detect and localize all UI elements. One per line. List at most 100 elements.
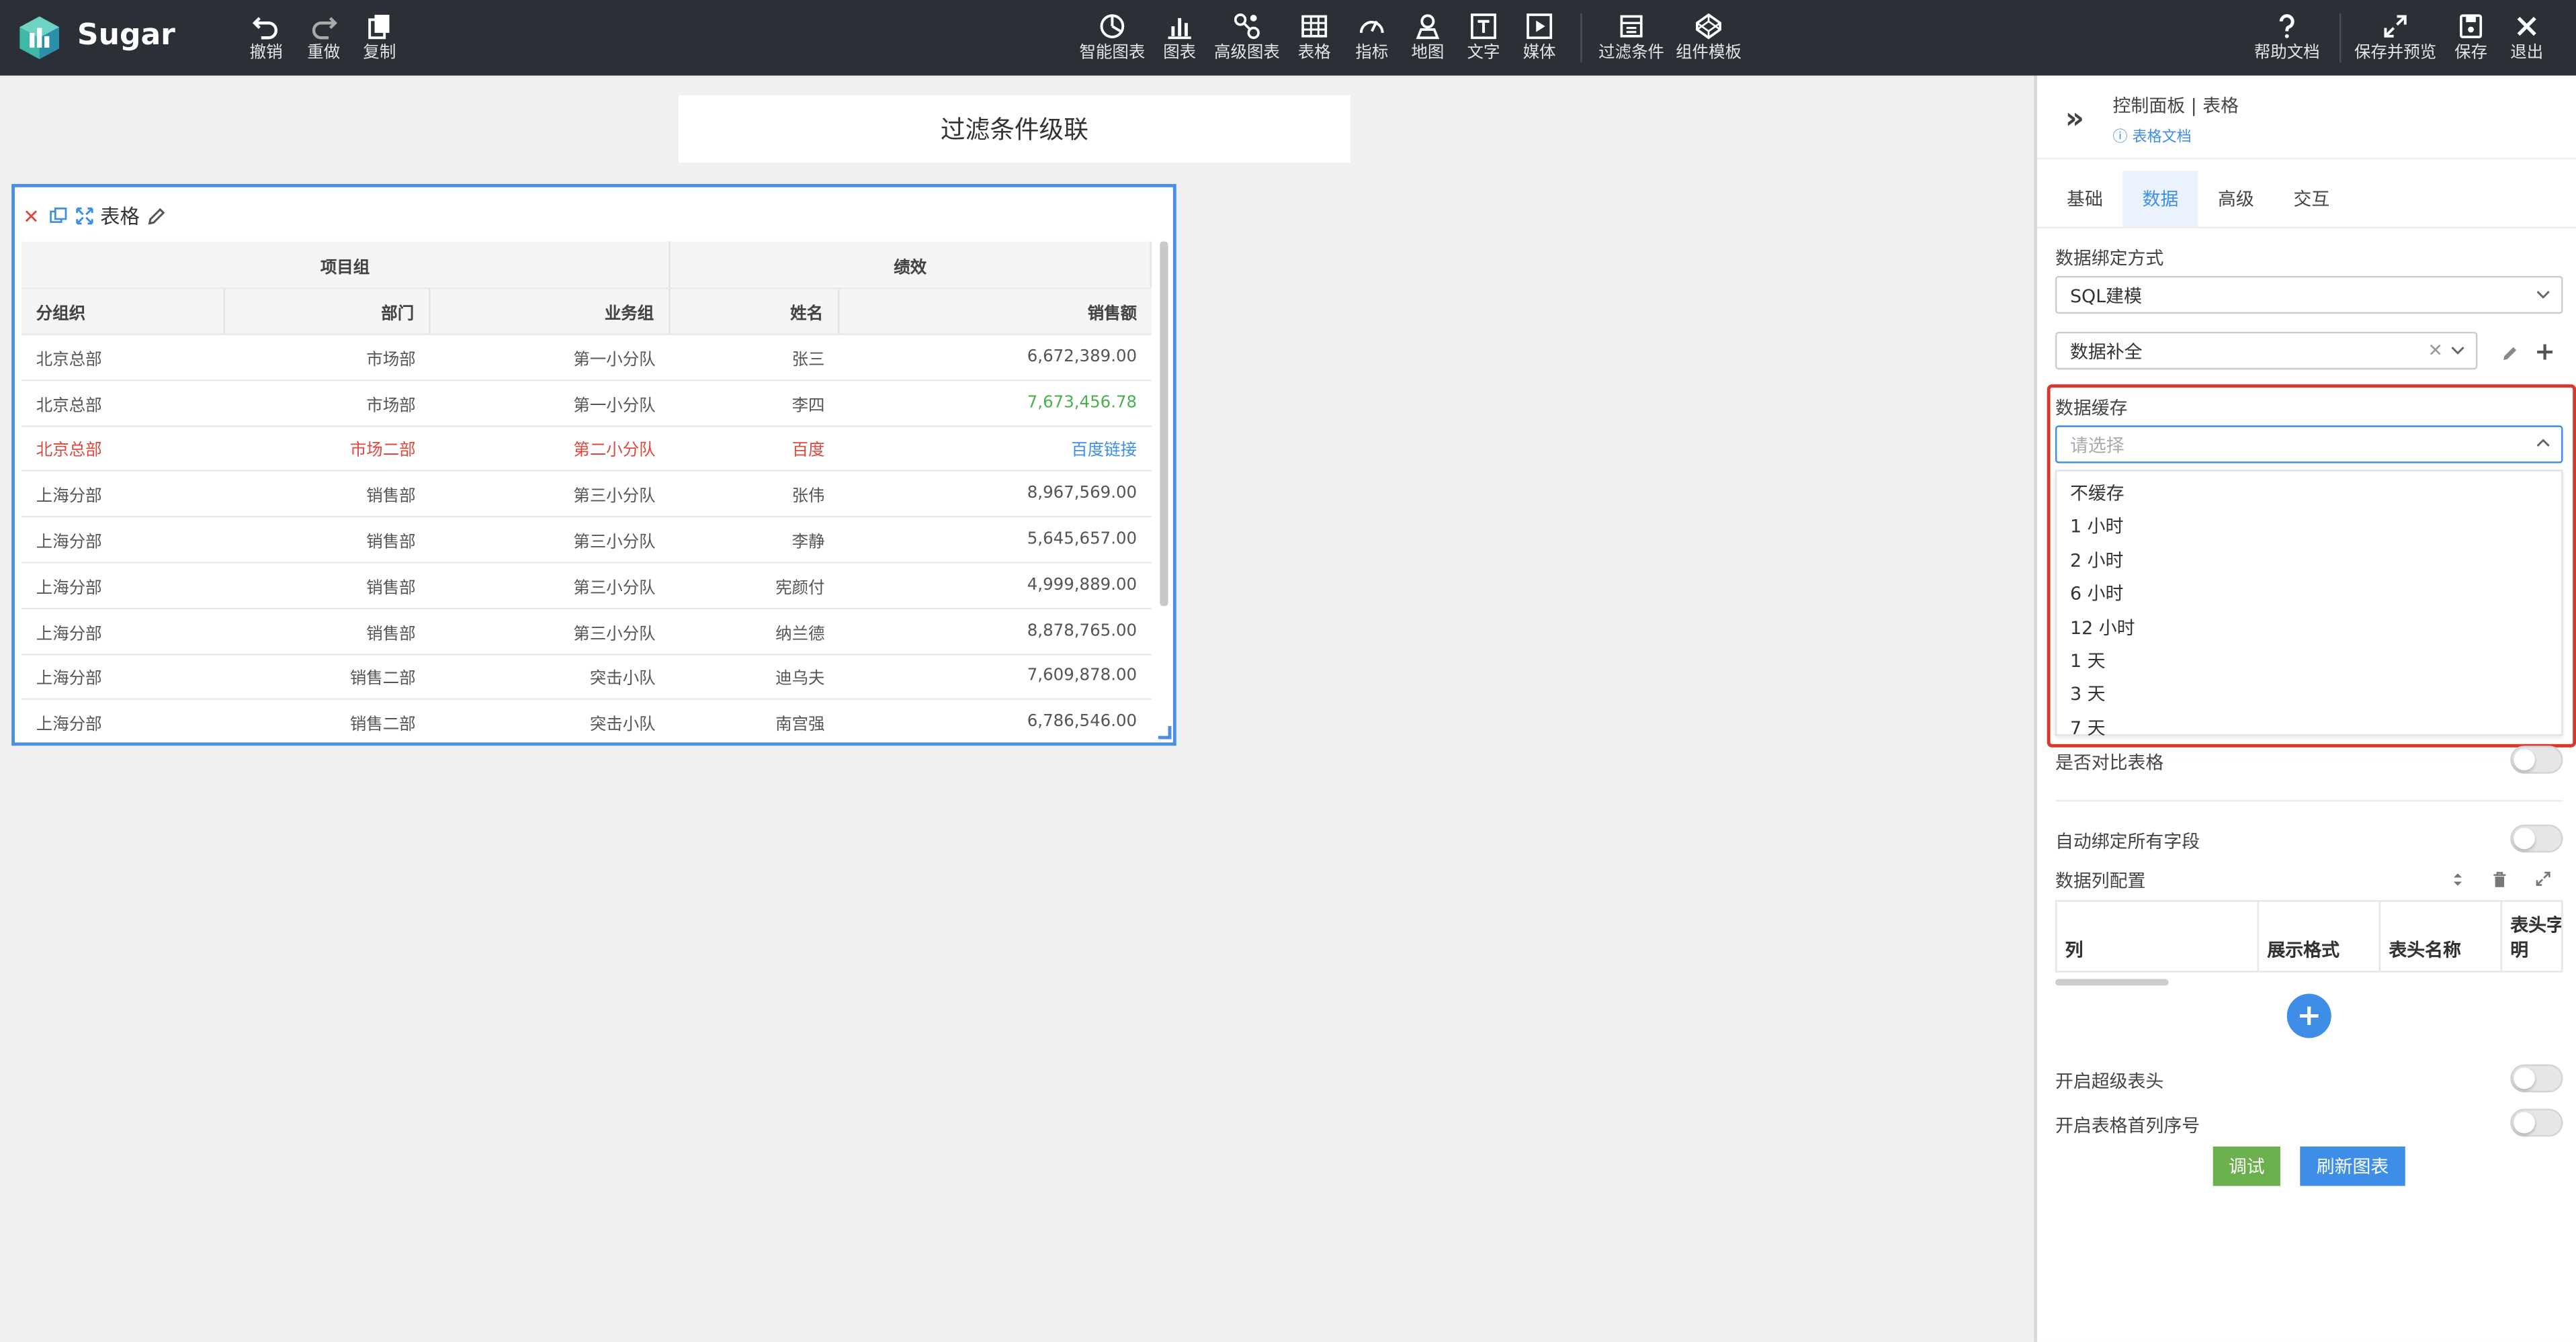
- table-cell: 北京总部: [36, 397, 102, 415]
- column-header[interactable]: 部门: [224, 289, 431, 334]
- table-cell: 6,786,546.00: [1027, 713, 1137, 731]
- cache-option[interactable]: 1 天: [2057, 644, 2561, 677]
- binding-select-value: SQL建模: [2069, 285, 2143, 307]
- duplicate-icon[interactable]: [48, 206, 67, 226]
- text-button[interactable]: 文字: [1464, 11, 1504, 67]
- table-cell: 第二小分队: [573, 443, 656, 461]
- cache-option[interactable]: 1 小时: [2057, 510, 2561, 543]
- save-preview-button[interactable]: 保存并预览: [2353, 11, 2438, 67]
- edit-pencil-icon[interactable]: [2499, 343, 2518, 363]
- save-button[interactable]: 保存: [2451, 11, 2491, 67]
- table-cell: 迪乌夫: [775, 670, 825, 689]
- title-card[interactable]: 过滤条件级联: [678, 95, 1350, 163]
- completion-select[interactable]: 数据补全 ✕: [2055, 331, 2478, 370]
- panel-divider: [2037, 157, 2576, 160]
- edit-pencil-icon[interactable]: [146, 206, 166, 226]
- undo-icon: [252, 17, 277, 40]
- table-row[interactable]: 北京总部 市场部 第一小分队 李四 7,673,456.78: [21, 381, 1152, 427]
- help-button[interactable]: 帮助文档: [2252, 11, 2321, 67]
- plus-icon: +: [2296, 998, 2322, 1034]
- cache-option[interactable]: 3 天: [2057, 678, 2561, 711]
- redo-button[interactable]: 重做: [304, 11, 343, 67]
- cache-option[interactable]: 7 天: [2057, 711, 2561, 744]
- metric-button[interactable]: 指标: [1352, 11, 1391, 67]
- fullscreen-icon[interactable]: [74, 206, 93, 226]
- gauge-icon: [1359, 20, 1384, 34]
- auto-bind-toggle[interactable]: [2510, 824, 2563, 853]
- auto-bind-label: 自动绑定所有字段: [2055, 831, 2200, 853]
- table-cell: 市场部: [366, 397, 416, 415]
- table-row[interactable]: 上海分部 销售二部 突击小队 南宫强 6,786,546.00: [22, 701, 1152, 743]
- first-col-index-toggle[interactable]: [2510, 1108, 2563, 1137]
- trash-icon[interactable]: [2489, 869, 2508, 889]
- table-row[interactable]: 上海分部 销售部 第三小分队 张伟 8,967,569.00: [21, 472, 1152, 518]
- filter-label: 过滤条件: [1598, 44, 1664, 62]
- exit-button[interactable]: 退出: [2507, 11, 2546, 67]
- resize-handle[interactable]: [1158, 725, 1172, 740]
- smart-chart-button[interactable]: 智能图表: [1078, 11, 1147, 67]
- debug-button[interactable]: 调试: [2213, 1146, 2280, 1186]
- cache-select[interactable]: 请选择: [2055, 425, 2563, 463]
- table-cell: 上海分部: [36, 579, 102, 598]
- tab-interaction[interactable]: 交互: [2274, 171, 2349, 226]
- table-row[interactable]: 上海分部 销售二部 突击小队 迪乌夫 7,609,878.00: [21, 655, 1152, 701]
- question-icon: [2279, 14, 2294, 38]
- table-row[interactable]: 上海分部 销售部 第三小分队 纳兰德 8,878,765.00: [21, 609, 1152, 655]
- column-config-scrollbar[interactable]: [2055, 979, 2169, 986]
- advanced-chart-button[interactable]: 高级图表: [1213, 11, 1282, 67]
- media-button[interactable]: 媒体: [1520, 11, 1559, 67]
- template-label: 组件模板: [1676, 44, 1742, 62]
- table-widget[interactable]: ✕ 表格 项目组 绩效 分组织 部门 业务组 姓名 销售额 北京总部 市场部 第…: [11, 183, 1176, 746]
- table-row[interactable]: 北京总部 市场二部 第二小分队 百度 百度链接: [21, 427, 1152, 472]
- table-row[interactable]: 上海分部 销售部 第三小分队 李静 5,645,657.00: [21, 518, 1152, 564]
- column-config-header: 列: [2057, 901, 2260, 971]
- tab-data[interactable]: 数据: [2122, 171, 2198, 227]
- add-column-button[interactable]: +: [2286, 993, 2331, 1038]
- filter-button[interactable]: 过滤条件: [1597, 11, 1666, 67]
- panel-tabs: 基础 数据 高级 交互: [2047, 171, 2350, 227]
- first-col-index-label: 开启表格首列序号: [2055, 1115, 2200, 1137]
- refresh-chart-button[interactable]: 刷新图表: [2300, 1146, 2405, 1186]
- super-header-toggle[interactable]: [2510, 1064, 2563, 1093]
- tab-advanced[interactable]: 高级: [2198, 171, 2274, 226]
- chart-button[interactable]: 图表: [1160, 11, 1199, 67]
- table-vertical-scrollbar[interactable]: [1160, 241, 1168, 607]
- help-circle-icon: ⓘ: [2112, 130, 2128, 146]
- table-cell: 销售部: [366, 488, 416, 506]
- column-header[interactable]: 姓名: [670, 289, 840, 334]
- column-header[interactable]: 业务组: [430, 289, 671, 334]
- binding-select[interactable]: SQL建模: [2055, 275, 2563, 314]
- data-table: 项目组 绩效 分组织 部门 业务组 姓名 销售额 北京总部 市场部 第一小分队 张三 6…: [21, 241, 1152, 743]
- sugar-logo-icon: [16, 15, 62, 60]
- tab-basic[interactable]: 基础: [2047, 171, 2122, 226]
- table-cell: 李四: [791, 397, 825, 415]
- delete-icon[interactable]: ✕: [22, 204, 41, 227]
- expand-icon[interactable]: [2533, 869, 2552, 889]
- map-button[interactable]: 地图: [1408, 11, 1448, 67]
- table-cell: 上海分部: [36, 488, 102, 506]
- table-doc-link[interactable]: ⓘ 表格文档: [2113, 125, 2192, 146]
- table-button[interactable]: 表格: [1295, 11, 1334, 67]
- table-row[interactable]: 上海分部 销售部 第三小分队 宪颜付 4,999,889.00: [21, 564, 1152, 609]
- play-icon: [1527, 13, 1553, 40]
- collapse-panel-icon[interactable]: »: [2065, 102, 2084, 136]
- clear-icon[interactable]: ✕: [2428, 340, 2443, 361]
- sort-icon[interactable]: [2448, 869, 2467, 889]
- compare-table-toggle[interactable]: [2510, 746, 2563, 774]
- cache-option[interactable]: 2 小时: [2057, 543, 2561, 576]
- undo-button[interactable]: 撤销: [247, 11, 286, 67]
- completion-select-value: 数据补全: [2069, 341, 2143, 363]
- column-config-header: 展示格式: [2259, 901, 2381, 971]
- add-icon[interactable]: +: [2534, 337, 2555, 366]
- column-header[interactable]: 销售额: [839, 289, 1152, 334]
- cache-option[interactable]: 12 小时: [2057, 611, 2561, 643]
- column-header[interactable]: 分组织: [21, 289, 225, 334]
- template-button[interactable]: 组件模板: [1674, 11, 1744, 67]
- copy-button[interactable]: 复制: [359, 11, 399, 67]
- cache-option[interactable]: 6 小时: [2057, 577, 2561, 610]
- table-cell[interactable]: 百度链接: [839, 427, 1152, 471]
- widget-header: ✕ 表格: [22, 202, 166, 230]
- table-row[interactable]: 北京总部 市场部 第一小分队 张三 6,672,389.00: [21, 335, 1152, 381]
- column-config-table: 列 展示格式 表头名称 表头字段说明: [2055, 900, 2563, 973]
- cache-option[interactable]: 不缓存: [2057, 476, 2561, 509]
